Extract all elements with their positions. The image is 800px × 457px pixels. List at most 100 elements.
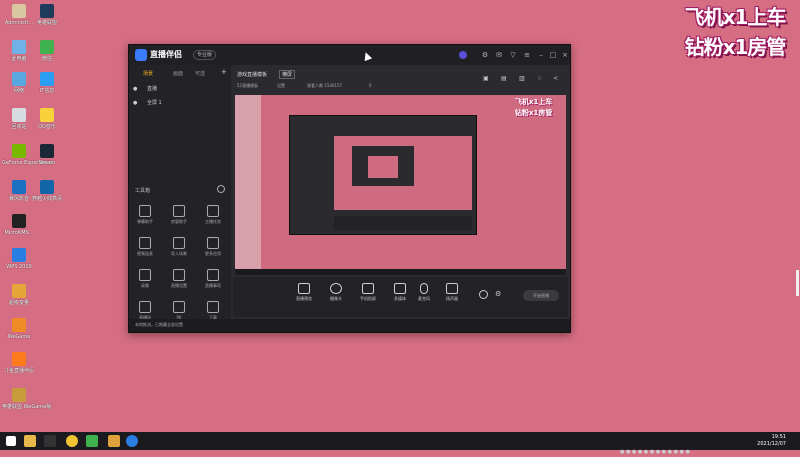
camera-button[interactable]: 摄像头 [321,283,351,302]
room-icon [139,301,151,313]
add-icon[interactable]: + [221,68,227,76]
refresh-icon[interactable] [217,185,225,193]
record-icon [139,269,151,281]
desktop-icon-lol[interactable]: 英雄联盟 [30,4,64,26]
network-icon [12,72,26,86]
menu-icon[interactable]: ≡ [523,51,531,59]
desktop-icon-lol-wegame[interactable]: 英雄联盟 WeGame版 [2,388,51,410]
tab-options[interactable]: 可选 [195,70,205,77]
fire-count: 0 [369,83,372,88]
nested-preview-window [289,115,477,235]
preview-button[interactable]: 直播预览 [289,283,319,302]
user-avatar-icon[interactable] [459,51,467,59]
tab-screen[interactable]: 画面 [173,70,183,77]
start-icon[interactable] [6,436,16,446]
app-logo-icon [135,49,147,61]
tool-room[interactable]: 直播间 [131,301,159,321]
settings-icon[interactable]: ⚙ [481,51,489,59]
microphone-button[interactable]: 麦克风 [409,283,439,302]
taskbar-wechat-icon[interactable] [86,435,98,447]
lol-icon [40,4,54,18]
phone-icon [362,283,374,294]
taskbar-explorer-icon[interactable] [24,435,36,447]
tool-settings[interactable]: 直播设置 [165,269,193,289]
tool-video-link[interactable]: 视频连麦 [131,237,159,257]
bell-icon[interactable]: ♢ [537,75,542,82]
desktop-icon-wechat[interactable]: 微信 [30,40,64,62]
scene-item[interactable]: ● 直播 [133,85,157,92]
phone-cast-button[interactable]: 手机投屏 [353,283,383,302]
baofeng-icon [12,180,26,194]
tab-scenes[interactable]: 场景 [143,70,153,77]
desktop-icon-cf[interactable]: 穿越火线高清 [30,180,64,202]
tool-danmu[interactable]: 弹幕助手 [131,205,159,225]
lock-icon[interactable]: ▤ [501,75,507,82]
version-badge[interactable]: 专业版 [193,50,217,60]
wechat-icon [40,40,54,54]
eye-icon[interactable]: ● [133,100,137,106]
desktop-icon-douyu[interactable]: 斗鱼直播伴侣 [2,352,36,374]
computer-icon [12,40,26,54]
desktop-icon-wps[interactable]: WPS 2019 [2,248,36,270]
status-bar: 本地推流，已隐藏全部设置 [129,319,570,332]
taskbar-chrome-icon[interactable] [66,435,78,447]
header-tab-landscape[interactable]: 横屏 [279,70,296,79]
desktop-icon-steam[interactable]: Steam [30,144,64,166]
close-icon[interactable]: × [561,51,569,59]
tool-room-admin[interactable]: 房管助手 [165,205,193,225]
gear-icon [173,269,185,281]
nested-preview-canvas [334,136,472,210]
desktop-icon-wegame[interactable]: WeGame [2,318,36,340]
download-icon [173,237,185,249]
tool-notes[interactable]: 直播事项 [199,269,227,289]
tool-task[interactable]: 主播任务 [199,205,227,225]
share-icon[interactable]: ≺ [553,75,558,82]
taskbar-stream-app-icon[interactable] [108,435,120,447]
stream-preview[interactable]: 飞机x1上车 钻粉x1房管 [235,95,566,275]
settings-icon[interactable]: ⚙ [495,290,501,298]
tool-more[interactable]: 更多应用 [199,237,227,257]
tool-pk[interactable]: PK [165,301,193,320]
taskbar-browser-icon[interactable] [126,435,138,447]
speaker-button[interactable]: 扬声器 [437,283,467,302]
tool-record[interactable]: 录像 [131,269,159,289]
maximize-icon[interactable]: □ [549,51,557,59]
sidebar: 场景 画面 可选 + ● 直播 ● 全屏 1 工具箱 弹幕助手 房管助手 主播任… [129,65,231,321]
danmu-icon [139,205,151,217]
tool-import[interactable]: 导入场景 [165,237,193,257]
desktop-icon-microkms[interactable]: MicroKMS... [2,214,36,236]
pin-icon[interactable]: ▣ [483,75,489,82]
app-name: 直播伴侣 [150,50,182,59]
taskbar-geforce-icon[interactable] [44,435,56,447]
steam-icon [40,144,54,158]
record-toggle-icon[interactable] [479,290,488,299]
desktop-icon-chaoji[interactable]: 超级变量 [2,284,36,306]
mail-icon[interactable]: ✉ [495,51,503,59]
status-text: 本地推流，已隐藏全部设置 [135,322,183,327]
header-sub-settings[interactable]: 设置 [277,83,285,89]
preview-taskbar [235,269,566,275]
recycle-bin-icon [12,108,26,122]
minimize-icon[interactable]: – [537,51,545,59]
tool-download[interactable]: 下载 [199,301,227,321]
windows-taskbar: ● ● ● ● ● ● ● ● ● ● ● ● 19:51 2021/12/07 [0,432,800,455]
scene-item[interactable]: ● 全屏 1 [133,99,162,106]
layout-icon[interactable]: ▥ [519,75,525,82]
clock-date: 2021/12/07 [757,441,786,447]
header-tab-template[interactable]: 游戏直播模板 [237,71,267,78]
desktop-icon-it[interactable]: IT信息 [30,72,64,94]
nested-bottom-bar [334,216,472,230]
scene-label: 直播 [146,86,157,92]
speaker-icon [446,283,458,294]
eye-icon[interactable]: ● [133,86,137,92]
system-tray: ● ● ● ● ● ● ● ● ● ● ● ● [620,438,760,455]
video-icon [139,237,151,249]
qqmusic-icon [40,108,54,122]
desktop-icon-qqmusic[interactable]: QQ音乐 [30,108,64,130]
scrollbar[interactable] [796,270,799,296]
streaming-app-window: 直播伴侣 专业版 ⚙ ✉ ▽ ≡ – □ × 场景 画面 可选 + ● 直播 ●… [128,44,571,333]
start-stream-button[interactable]: 开始直播 [523,290,559,301]
shirt-icon[interactable]: ▽ [509,51,517,59]
preview-banner-line-1: 飞机x1上车 [515,98,553,106]
taskbar-clock[interactable]: 19:51 2021/12/07 [757,434,786,448]
